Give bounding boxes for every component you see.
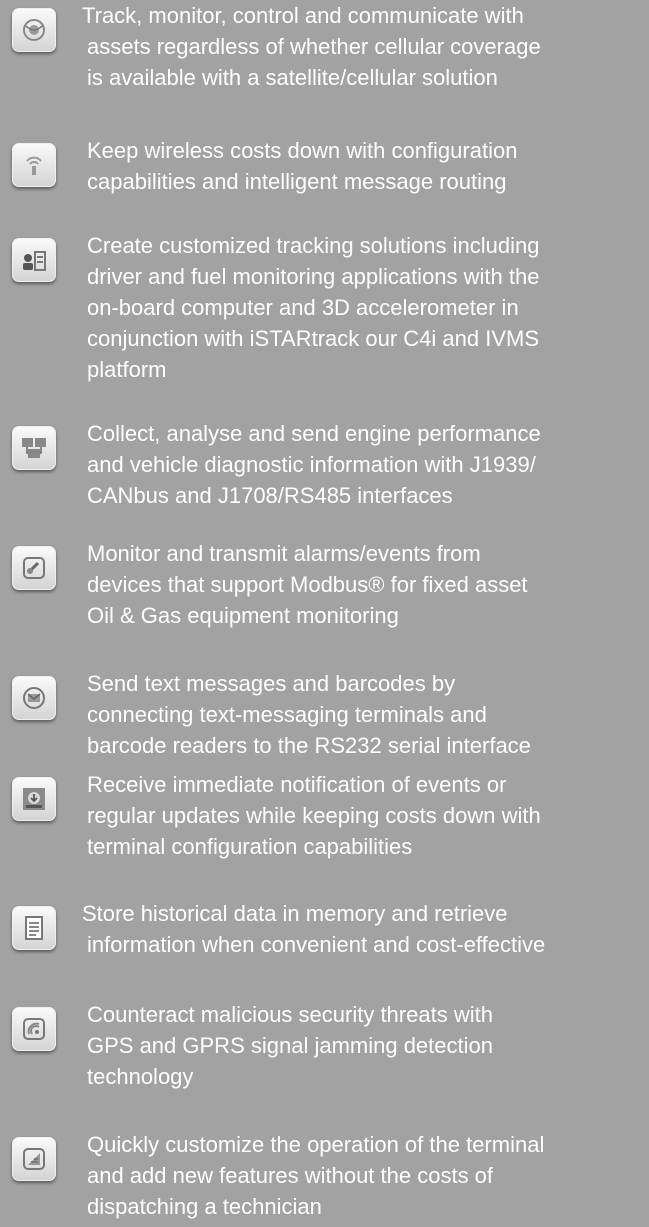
feature-line: technology [87,1064,194,1089]
feature-line: assets regardless of whether cellular co… [87,34,541,59]
feature-line: Receive immediate notification of events… [87,772,507,797]
feature-text: Collect, analyse and send engine perform… [82,418,642,511]
feature-text: Send text messages and barcodes by conne… [82,668,642,761]
feature-line: barcode readers to the RS232 serial inte… [87,733,531,758]
feature-text: Track, monitor, control and communicate … [82,0,642,93]
feature-line: CANbus and J1708/RS485 interfaces [87,483,453,508]
feature-line: driver and fuel monitoring applications … [87,264,540,289]
notification-download-icon [12,777,56,821]
feature-line: regular updates while keeping costs down… [87,803,541,828]
document-storage-icon [12,906,56,950]
feature-line: connecting text-messaging terminals and [87,702,487,727]
feature-line: platform [87,357,167,382]
feature-text: Store historical data in memory and retr… [82,898,642,960]
network-monitors-icon [12,426,56,470]
feature-line: conjunction with iSTARtrack our C4i and … [87,326,539,351]
feature-line: Oil & Gas equipment monitoring [87,603,399,628]
feature-text: Quickly customize the operation of the t… [82,1129,642,1222]
feature-line: Keep wireless costs down with configurat… [87,138,518,163]
feature-line: and add new features without the costs o… [87,1163,494,1188]
feature-line: is available with a satellite/cellular s… [87,65,498,90]
feature-line: Track, monitor, control and communicate … [82,3,524,28]
feature-line: GPS and GPRS signal jamming detection [87,1033,493,1058]
alarm-gauge-icon [12,546,56,590]
feature-line: terminal configuration capabilities [87,834,413,859]
feature-line: Store historical data in memory and retr… [82,901,508,926]
feature-line: on-board computer and 3D accelerometer i… [87,295,519,320]
feature-line: Counteract malicious security threats wi… [87,1002,493,1027]
driver-tracking-icon [12,238,56,282]
feature-line: dispatching a technician [87,1194,322,1219]
envelope-message-icon [12,676,56,720]
feature-line: Monitor and transmit alarms/events from [87,541,481,566]
feature-line: and vehicle diagnostic information with … [87,452,536,477]
feature-text: Keep wireless costs down with configurat… [82,135,642,197]
feature-line: capabilities and intelligent message rou… [87,169,507,194]
feature-line: Create customized tracking solutions inc… [87,233,540,258]
feature-line: information when convenient and cost-eff… [87,932,546,957]
feature-text: Receive immediate notification of events… [82,769,642,862]
feature-line: Collect, analyse and send engine perform… [87,421,541,446]
customize-keyboard-icon [12,1137,56,1181]
feature-text: Counteract malicious security threats wi… [82,999,642,1092]
feature-line: Send text messages and barcodes by [87,671,456,696]
wireless-antenna-icon [12,143,56,187]
feature-line: devices that support Modbus® for fixed a… [87,572,528,597]
feature-text: Monitor and transmit alarms/events from … [82,538,642,631]
signal-jamming-icon [12,1007,56,1051]
feature-line: Quickly customize the operation of the t… [87,1132,545,1157]
satellite-globe-icon [12,8,56,52]
feature-text: Create customized tracking solutions inc… [82,230,642,385]
